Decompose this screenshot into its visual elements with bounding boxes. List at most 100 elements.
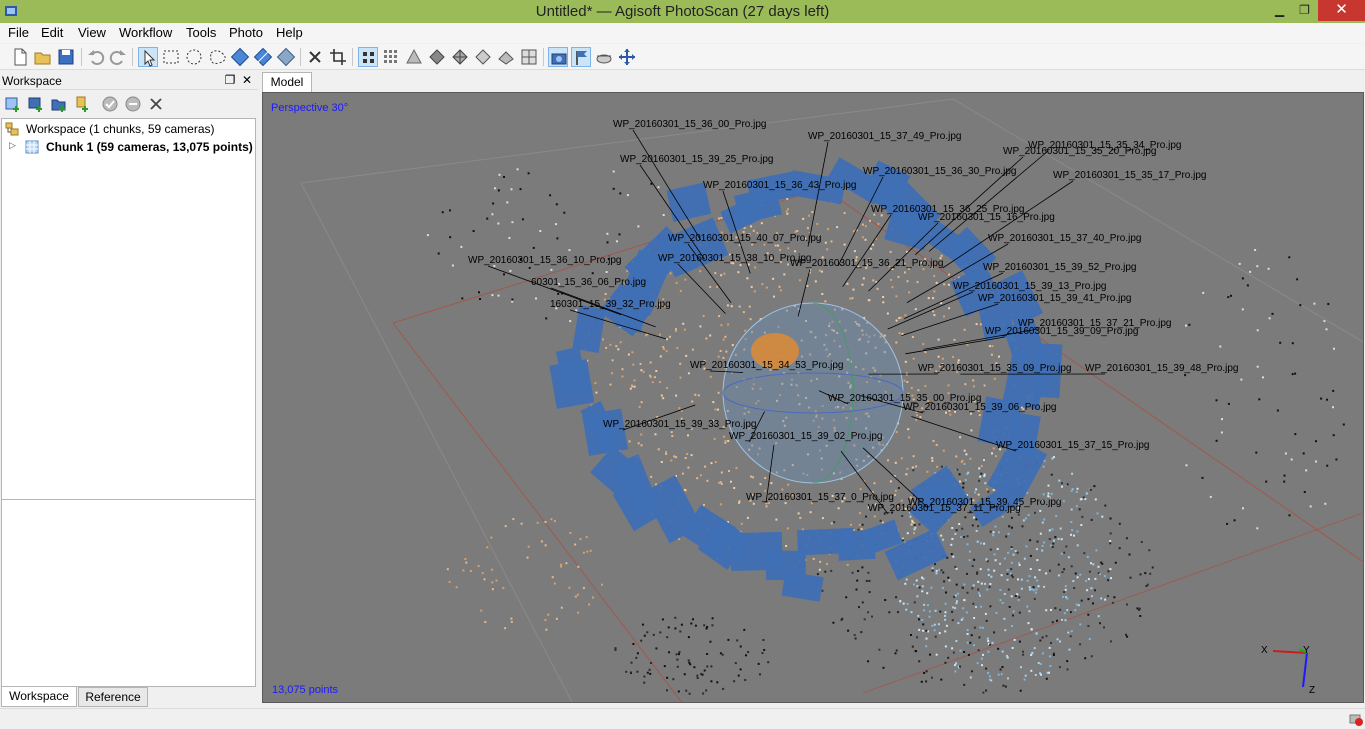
tiled-grid-icon[interactable] — [519, 47, 539, 67]
cloud-point — [1249, 270, 1252, 273]
cloud-point — [1288, 256, 1291, 259]
camera-label[interactable]: WP_20160301_15_35_20_Pro.jpg — [1003, 146, 1156, 157]
axis-y-label: Y — [1303, 645, 1310, 656]
cloud-point — [1094, 589, 1096, 592]
show-region-icon[interactable] — [594, 47, 614, 67]
move-object-icon[interactable] — [253, 47, 273, 67]
camera-label[interactable]: WP_20160301_15_16_Pro.jpg — [918, 212, 1055, 223]
expand-chevron-icon[interactable]: ▷ — [9, 140, 16, 151]
cloud-point — [694, 624, 697, 627]
tab-reference[interactable]: Reference — [78, 687, 148, 707]
cloud-point — [1185, 324, 1187, 327]
point-cloud-scene[interactable]: WP_20160301_15_36_00_Pro.jpg WP_20160301_… — [263, 93, 1364, 703]
delete-selection-icon[interactable] — [305, 47, 325, 67]
dense-cloud-icon[interactable] — [381, 47, 401, 67]
open-icon[interactable] — [33, 47, 53, 67]
camera-label[interactable]: WP_20160301_15_35_17_Pro.jpg — [1053, 170, 1206, 181]
cloud-point — [1332, 434, 1335, 437]
camera-label[interactable]: WP_20160301_15_36_43_Pro.jpg — [703, 180, 856, 191]
show-markers-icon[interactable] — [571, 47, 591, 67]
cloud-point — [943, 580, 946, 583]
camera-label[interactable]: 160301_15_39_32_Pro.jpg — [550, 299, 671, 310]
cloud-point — [1026, 579, 1029, 582]
tab-model[interactable]: Model — [262, 72, 312, 92]
cloud-point — [982, 653, 984, 656]
close-button[interactable]: ✕ — [1318, 0, 1365, 21]
camera-label[interactable]: WP_20160301_15_39_41_Pro.jpg — [978, 293, 1131, 304]
camera-label[interactable]: WP_20160301_15_39_02_Pro.jpg — [729, 431, 882, 442]
camera-label[interactable]: WP_20160301_15_35_09_Pro.jpg — [918, 363, 1071, 374]
camera-label[interactable]: WP_20160301_15_40_07_Pro.jpg — [668, 233, 821, 244]
redo-icon[interactable] — [108, 47, 128, 67]
camera-label[interactable]: WP_20160301_15_39_25_Pro.jpg — [620, 154, 773, 165]
menu-view[interactable]: View — [78, 25, 106, 40]
camera-label[interactable]: WP_20160301_15_39_48_Pro.jpg — [1085, 363, 1238, 374]
model-viewport[interactable]: WP_20160301_15_36_00_Pro.jpg WP_20160301_… — [262, 92, 1364, 703]
remove-icon[interactable] — [147, 95, 165, 113]
camera-label[interactable]: WP_20160301_15_39_13_Pro.jpg — [953, 281, 1106, 292]
new-icon[interactable] — [10, 47, 30, 67]
tiled-model-icon[interactable] — [496, 47, 516, 67]
camera-label[interactable]: WP_20160301_15_37_49_Pro.jpg — [808, 131, 961, 142]
circle-select-icon[interactable] — [184, 47, 204, 67]
select-pointer-icon[interactable] — [138, 47, 158, 67]
show-cameras-icon[interactable] — [548, 47, 568, 67]
menu-help[interactable]: Help — [276, 25, 303, 40]
cloud-point — [1104, 598, 1107, 601]
camera-label[interactable]: WP_20160301_15_36_30_Pro.jpg — [863, 166, 1016, 177]
rectangle-select-icon[interactable] — [161, 47, 181, 67]
camera-label[interactable]: WP_20160301_15_37_15_Pro.jpg — [996, 440, 1149, 451]
camera-label[interactable]: 60301_15_36_06_Pro.jpg — [531, 277, 646, 288]
cloud-point — [637, 225, 640, 228]
point-cloud-icon[interactable] — [358, 47, 378, 67]
cloud-point — [816, 222, 819, 225]
wireframe-icon[interactable] — [450, 47, 470, 67]
scale-object-icon[interactable] — [276, 47, 296, 67]
camera-label[interactable]: WP_20160301_15_38_10_Pro.jpg — [658, 253, 811, 264]
camera-label[interactable]: WP_20160301_15_36_10_Pro.jpg — [468, 255, 621, 266]
menu-tools[interactable]: Tools — [186, 25, 216, 40]
import-icon[interactable] — [73, 95, 91, 113]
tab-workspace[interactable]: Workspace — [1, 687, 77, 707]
add-photos-icon[interactable] — [27, 95, 45, 113]
maximize-button[interactable]: ❐ — [1290, 0, 1319, 21]
add-chunk-icon[interactable] — [4, 95, 22, 113]
disable-icon[interactable] — [124, 95, 142, 113]
cloud-point — [1215, 399, 1218, 402]
camera-label[interactable]: WP_20160301_15_37_40_Pro.jpg — [988, 233, 1141, 244]
cloud-point — [1246, 284, 1249, 287]
camera-label[interactable]: WP_20160301_15_37_11_Pro.jpg — [868, 503, 1021, 514]
cloud-point — [1054, 536, 1057, 539]
camera-label[interactable]: WP_20160301_15_39_33_Pro.jpg — [603, 419, 756, 430]
camera-label[interactable]: WP_20160301_15_39_06_Pro.jpg — [903, 402, 1056, 413]
cloud-point — [630, 661, 633, 664]
enable-icon[interactable] — [101, 95, 119, 113]
crop-selection-icon[interactable] — [328, 47, 348, 67]
menu-photo[interactable]: Photo — [229, 25, 263, 40]
solid-icon[interactable] — [427, 47, 447, 67]
float-panel-button[interactable]: ❐ — [223, 73, 237, 87]
close-panel-button[interactable]: ✕ — [240, 73, 254, 87]
free-form-select-icon[interactable] — [207, 47, 227, 67]
camera-label[interactable]: WP_20160301_15_39_09_Pro.jpg — [985, 326, 1138, 337]
save-icon[interactable] — [56, 47, 76, 67]
reset-view-icon[interactable] — [617, 47, 637, 67]
cloud-point — [945, 591, 947, 594]
menu-workflow[interactable]: Workflow — [119, 25, 172, 40]
camera-label[interactable]: WP_20160301_15_36_00_Pro.jpg — [613, 119, 766, 130]
shaded-icon[interactable] — [404, 47, 424, 67]
menu-edit[interactable]: Edit — [41, 25, 63, 40]
undo-icon[interactable] — [86, 47, 106, 67]
textured-icon[interactable] — [473, 47, 493, 67]
cloud-point — [737, 271, 740, 274]
cloud-point — [997, 647, 1000, 650]
cloud-point — [706, 479, 709, 482]
add-folder-icon[interactable] — [50, 95, 68, 113]
cloud-point — [976, 540, 979, 543]
camera-label[interactable]: WP_20160301_15_37_0_Pro.jpg — [746, 492, 894, 503]
rotate-object-icon[interactable] — [230, 47, 250, 67]
camera-label[interactable]: WP_20160301_15_34_53_Pro.jpg — [690, 360, 843, 371]
camera-label[interactable]: WP_20160301_15_39_52_Pro.jpg — [983, 262, 1136, 273]
camera-label[interactable]: WP_20160301_15_36_21_Pro.jpg — [790, 258, 943, 269]
menu-file[interactable]: File — [8, 25, 29, 40]
